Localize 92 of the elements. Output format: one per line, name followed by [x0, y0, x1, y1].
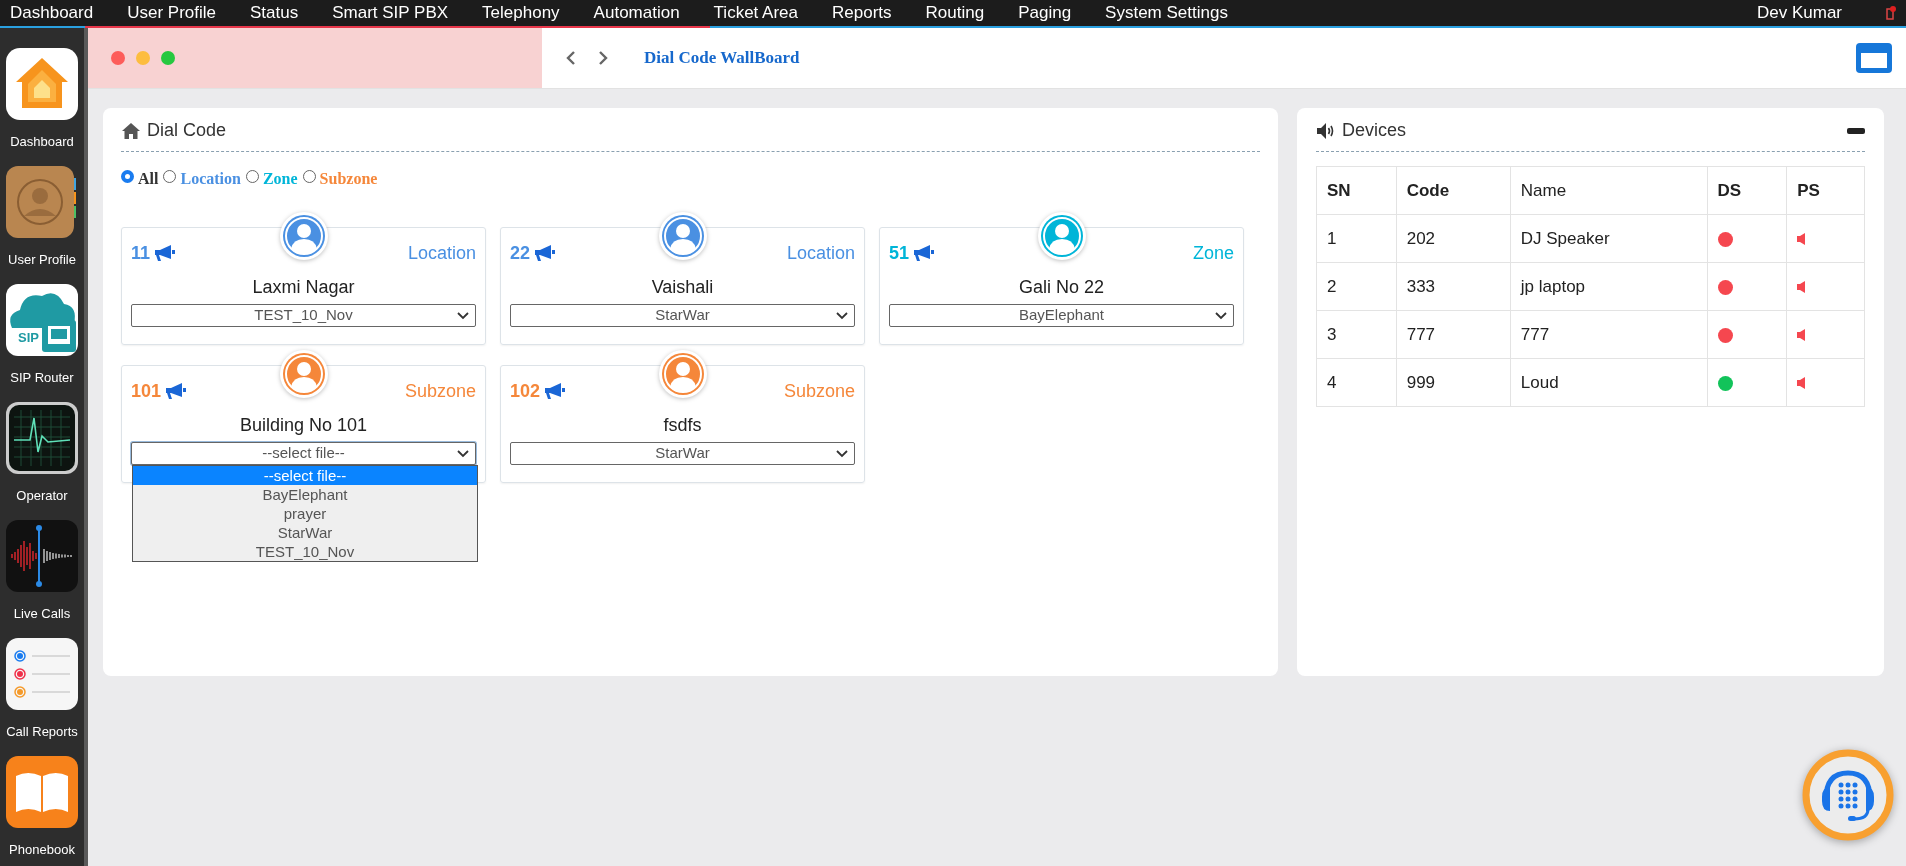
caret-icon: [836, 312, 848, 320]
dial-code-name: Vaishali: [650, 276, 715, 298]
dial-code-number: 11: [131, 242, 151, 264]
page-title: Dial Code WallBoard: [644, 48, 801, 68]
file-select[interactable]: StarWar: [510, 304, 855, 327]
speaker-icon[interactable]: [1797, 329, 1807, 341]
menu-item[interactable]: Smart SIP PBX: [332, 3, 449, 23]
column-header: SN: [1316, 166, 1397, 215]
table-cell: 999: [1396, 358, 1511, 407]
menu-item[interactable]: Dashboard: [10, 3, 94, 23]
speaker-icon[interactable]: [1797, 233, 1807, 245]
menu-item[interactable]: System Settings: [1105, 3, 1228, 23]
megaphone-icon: [534, 244, 557, 262]
caret-icon: [457, 450, 469, 458]
dropdown-option[interactable]: prayer: [133, 504, 477, 523]
megaphone-icon: [544, 382, 567, 400]
filter-radio[interactable]: All: [121, 170, 159, 188]
file-select[interactable]: --select file--: [131, 442, 476, 465]
app-label[interactable]: Dashboard: [10, 134, 74, 150]
column-header: Name: [1510, 166, 1708, 215]
dropdown-option[interactable]: BayElephant: [133, 485, 477, 504]
heart-monitor-icon[interactable]: [6, 402, 78, 474]
home-icon: [121, 121, 141, 140]
megaphone-icon: [913, 244, 936, 262]
column-header: Code: [1396, 166, 1511, 215]
speaker-icon[interactable]: [1797, 377, 1807, 389]
table-cell: 777: [1510, 310, 1708, 359]
dial-code-type: Location: [786, 242, 855, 264]
dial-code-number: 22: [510, 242, 531, 264]
file-select[interactable]: BayElephant: [889, 304, 1234, 327]
user-menu[interactable]: Dev Kumar: [1756, 3, 1842, 23]
menu-item[interactable]: Ticket Area: [713, 3, 798, 23]
caret-icon: [457, 312, 469, 320]
dial-code-name: Laxmi Nagar: [251, 276, 356, 298]
menu-item[interactable]: Paging: [1018, 3, 1072, 23]
table-cell: Loud: [1510, 358, 1708, 407]
dial-code-type: Subzone: [783, 380, 855, 402]
table-cell: jp laptop: [1510, 262, 1708, 311]
table-cell: 1: [1316, 214, 1397, 263]
table-cell: 333: [1396, 262, 1511, 311]
dial-code-type: Location: [407, 242, 476, 264]
table-cell: 3: [1316, 310, 1397, 359]
house-app-icon[interactable]: [6, 48, 78, 120]
table-cell: DJ Speaker: [1510, 214, 1708, 263]
dial-code-number: 102: [510, 380, 541, 402]
app-label[interactable]: Operator: [16, 488, 68, 504]
app-label[interactable]: Phonebook: [9, 842, 75, 858]
dial-code-number: 101: [131, 380, 162, 402]
menu-item[interactable]: Telephony: [482, 3, 560, 23]
caret-icon: [836, 450, 848, 458]
menu-item[interactable]: Reports: [832, 3, 892, 23]
sip-label: SIP: [18, 330, 39, 345]
table-cell: 777: [1396, 310, 1511, 359]
dropdown-option[interactable]: TEST_10_Nov: [133, 542, 477, 561]
table-cell: 2: [1316, 262, 1397, 311]
dial-code-name: Building No 101: [238, 414, 369, 436]
back-button[interactable]: [566, 50, 576, 66]
table-cell: 4: [1316, 358, 1397, 407]
checklist-icon[interactable]: [6, 638, 78, 710]
app-label[interactable]: SIP Router: [10, 370, 74, 386]
dropdown-option[interactable]: StarWar: [133, 523, 477, 542]
forward-button[interactable]: [598, 50, 608, 66]
panel-title: Dial Code: [147, 120, 227, 141]
app-label[interactable]: Live Calls: [13, 606, 71, 622]
dropdown-option[interactable]: --select file--: [133, 466, 477, 485]
speaker-icon[interactable]: [1797, 281, 1807, 293]
panel-title: Devices: [1342, 120, 1408, 141]
megaphone-icon: [154, 244, 177, 262]
contacts-book-icon[interactable]: [6, 166, 78, 238]
window-button[interactable]: [1856, 43, 1892, 73]
dial-code-type: Subzone: [404, 380, 476, 402]
megaphone-icon: [165, 382, 188, 400]
app-label[interactable]: Call Reports: [6, 724, 78, 740]
dial-code-name: fsdfs: [662, 414, 703, 436]
column-header: DS: [1707, 166, 1787, 215]
caret-icon: [1215, 312, 1227, 320]
menu-item[interactable]: Routing: [925, 3, 985, 23]
file-select[interactable]: StarWar: [510, 442, 855, 465]
app-label[interactable]: User Profile: [8, 252, 76, 268]
menu-item[interactable]: Status: [250, 3, 299, 23]
dial-code-name: Gali No 22: [1017, 276, 1105, 298]
logout-icon[interactable]: [1886, 6, 1896, 20]
dial-code-type: Zone: [1192, 242, 1234, 264]
column-header: PS: [1786, 166, 1865, 215]
menu-item[interactable]: Automation: [593, 3, 680, 23]
menu-item[interactable]: User Profile: [127, 3, 216, 23]
dial-code-number: 51: [889, 242, 910, 264]
table-cell: 202: [1396, 214, 1511, 263]
speaker-icon: [1316, 121, 1336, 140]
file-select[interactable]: TEST_10_Nov: [131, 304, 476, 327]
voice-wave-icon[interactable]: [6, 520, 78, 592]
open-book-icon[interactable]: [6, 756, 78, 828]
